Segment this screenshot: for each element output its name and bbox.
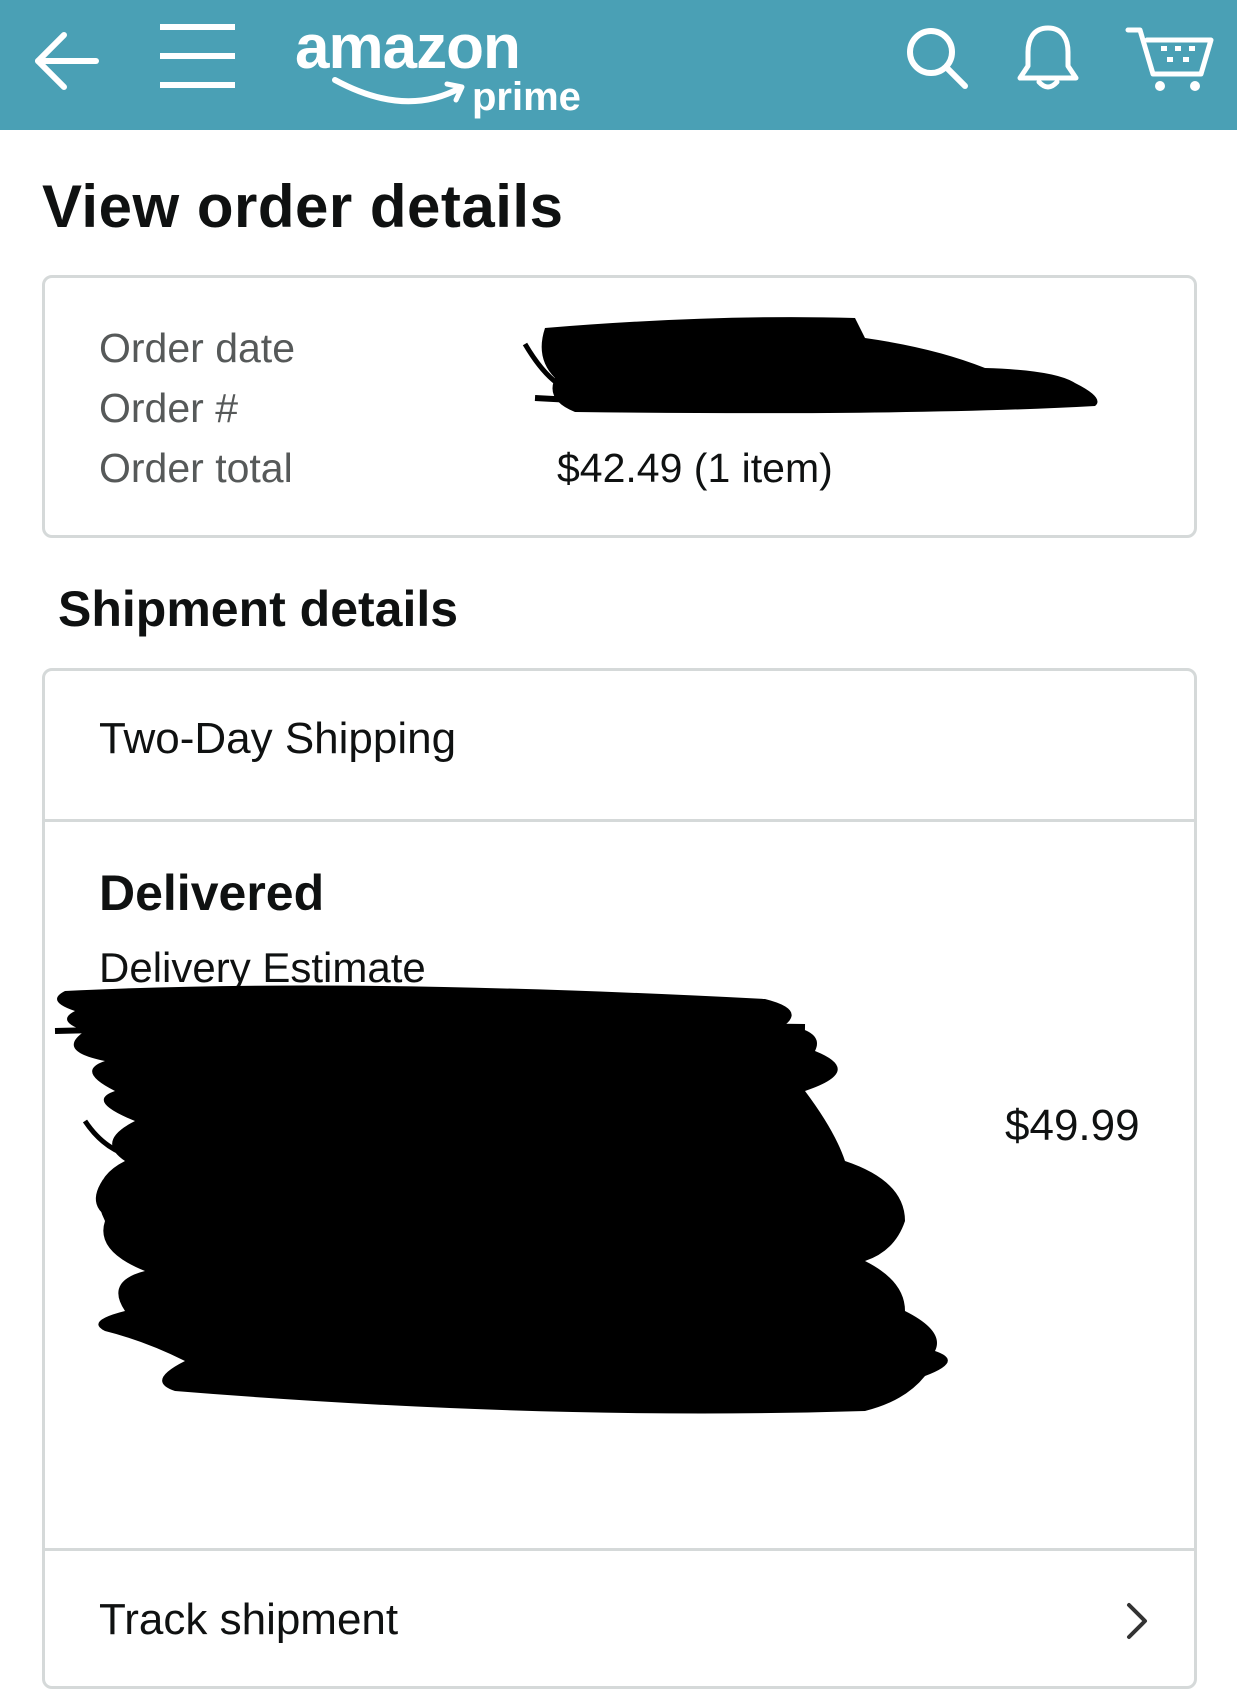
redaction-scribble (522, 317, 1098, 414)
back-arrow-icon[interactable] (30, 25, 102, 97)
shipment-status: Delivered (99, 865, 325, 921)
track-shipment-button[interactable]: Track shipment (45, 1551, 1194, 1689)
logo-wordmark: amazon (295, 13, 520, 82)
shipment-card: Two-Day Shipping Delivered Delivery Esti… (42, 668, 1197, 1689)
logo-submark: prime (472, 75, 581, 119)
chevron-right-icon (1127, 1603, 1147, 1639)
bell-icon[interactable] (1015, 22, 1081, 92)
order-total-label: Order total (99, 445, 293, 491)
redaction-scribble (54, 985, 948, 1414)
track-shipment-label: Track shipment (99, 1595, 399, 1644)
shipping-method: Two-Day Shipping (99, 714, 457, 763)
order-total-value: $42.49 (1 item) (557, 445, 833, 491)
order-date-label: Order date (99, 325, 295, 371)
top-app-bar: amazon prime (0, 0, 1237, 130)
search-icon[interactable] (905, 26, 971, 92)
shipment-details-heading: Shipment details (58, 581, 459, 637)
cart-icon[interactable] (1125, 24, 1215, 94)
hamburger-menu-icon[interactable] (160, 22, 235, 90)
item-price: $49.99 (1005, 1101, 1140, 1150)
amazon-prime-logo[interactable]: amazon prime (295, 10, 605, 120)
order-summary-card: Order date Order # Order total $42.49 (1… (42, 275, 1197, 538)
order-number-label: Order # (99, 385, 238, 431)
divider (45, 819, 1194, 822)
page-title: View order details (42, 173, 564, 240)
